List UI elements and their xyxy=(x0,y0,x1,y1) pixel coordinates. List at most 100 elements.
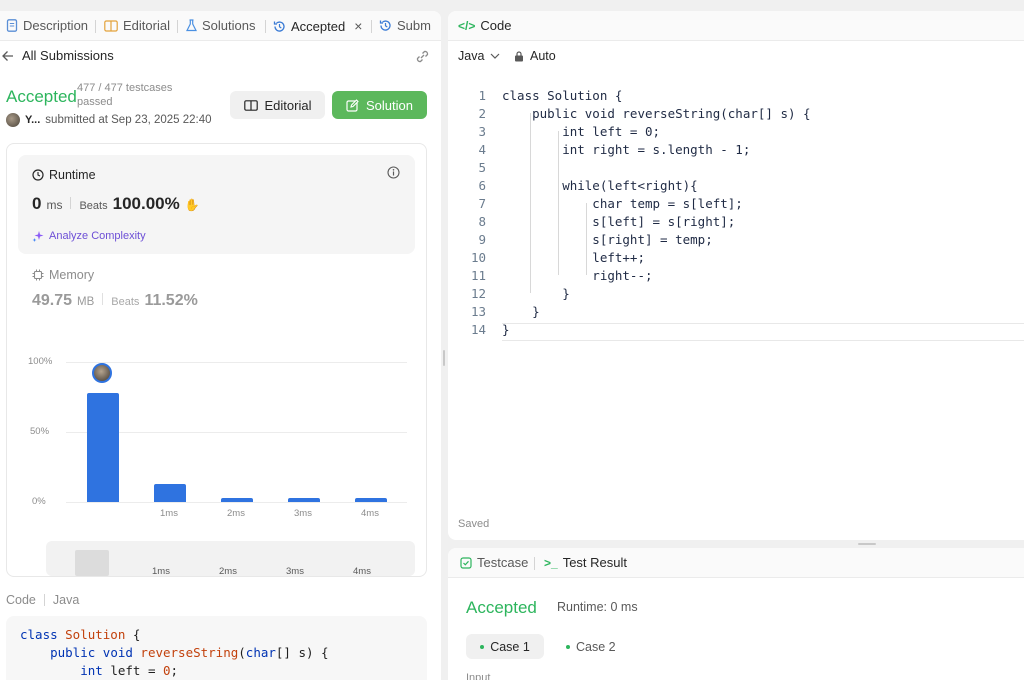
left-tabbar: Description Editorial Solutions Accepted… xyxy=(0,11,441,41)
tab-editorial[interactable]: Editorial xyxy=(104,18,170,33)
code-line: int right = s.length - 1; xyxy=(502,142,751,157)
divider xyxy=(43,594,45,606)
close-icon[interactable]: × xyxy=(354,18,362,34)
mode-label: Auto xyxy=(530,49,556,63)
solution-label: Solution xyxy=(366,97,413,113)
result-status: Accepted xyxy=(466,598,537,617)
y-tick-label: 0% xyxy=(32,496,46,507)
resize-handle[interactable] xyxy=(858,543,876,545)
gridline xyxy=(66,362,407,363)
avatar[interactable] xyxy=(92,362,112,383)
case-label: Case 2 xyxy=(576,639,616,654)
editorial-button[interactable]: Editorial xyxy=(230,91,325,119)
tab-code[interactable]: </> Code xyxy=(458,18,511,33)
chart-overview[interactable]: 1ms 2ms 3ms 4ms xyxy=(46,541,415,577)
case-1-tab[interactable]: Case 1 xyxy=(466,634,544,659)
tab-divider xyxy=(95,20,96,33)
link-icon[interactable] xyxy=(415,49,430,64)
code-preview[interactable]: class Solution { public void reverseStri… xyxy=(6,616,427,680)
code-line: int left = 0; xyxy=(502,124,661,139)
tab-description[interactable]: Description xyxy=(6,18,88,33)
sparkle-icon xyxy=(32,231,44,242)
code-icon: </> xyxy=(458,18,476,33)
code-editor[interactable]: 1 2 3 4 5 6 7 8 9 10 11 12 13 14 class Solution { pub… xyxy=(448,77,1024,517)
x-tick-label: 1ms xyxy=(160,508,178,519)
overview-tick-label: 4ms xyxy=(353,566,371,577)
runtime-value: 0 xyxy=(32,194,42,213)
tab-divider xyxy=(177,20,178,33)
code-line: public void reverseString(char[] s) { xyxy=(502,106,811,121)
memory-value-row: 49.75 MB Beats 11.52% xyxy=(32,292,198,310)
checkbox-icon xyxy=(460,556,472,569)
code-line: char temp = s[left]; xyxy=(502,196,743,211)
line-number: 7 xyxy=(478,196,486,211)
resize-handle[interactable] xyxy=(443,350,445,366)
bar-4ms[interactable] xyxy=(355,497,387,502)
runtime-card[interactable]: Runtime 0 ms Beats 100.00% ✋ Analyze Com… xyxy=(18,155,415,254)
runtime-unit: ms xyxy=(46,198,63,212)
test-result-panel: Testcase >_ Test Result Accepted Runtime… xyxy=(448,548,1024,680)
language-label: Java xyxy=(458,49,485,63)
overview-tick-label: 3ms xyxy=(286,566,304,577)
tab-solutions[interactable]: Solutions xyxy=(186,18,255,33)
tab-submissions[interactable]: Subm xyxy=(379,18,431,33)
avatar[interactable] xyxy=(6,113,20,127)
y-tick-label: 50% xyxy=(30,426,50,437)
tab-label: Subm xyxy=(397,18,431,33)
code-line: class Solution { xyxy=(502,88,623,103)
line-number: 12 xyxy=(470,286,486,301)
code-tabbar: </> Code xyxy=(448,11,1024,41)
tab-label: Editorial xyxy=(123,18,170,33)
lock-icon xyxy=(515,50,523,61)
bar-0ms[interactable] xyxy=(87,392,119,502)
tab-test-result[interactable]: >_ Test Result xyxy=(544,555,627,570)
language-select[interactable]: Java xyxy=(458,49,500,63)
line-number: 2 xyxy=(478,106,486,121)
auto-mode[interactable]: Auto xyxy=(514,49,556,63)
gridline xyxy=(66,502,407,503)
line-number: 5 xyxy=(478,160,486,175)
all-submissions-link[interactable]: All Submissions xyxy=(2,48,114,63)
info-icon[interactable] xyxy=(387,166,400,179)
overview-selection[interactable] xyxy=(75,550,109,576)
bar-2ms[interactable] xyxy=(221,497,253,502)
document-icon xyxy=(6,19,18,32)
chip-icon xyxy=(32,269,44,281)
analyze-label: Analyze Complexity xyxy=(49,230,146,242)
code-language: Java xyxy=(52,593,80,607)
arrow-left-icon xyxy=(2,50,13,61)
tab-testcase[interactable]: Testcase xyxy=(460,555,528,570)
overview-tick-label: 2ms xyxy=(219,566,237,577)
editorial-label: Editorial xyxy=(264,97,312,113)
submitter: Y... submitted at Sep 23, 2025 22:40 xyxy=(6,113,212,127)
divider xyxy=(102,293,104,305)
code-line: while(left<right){ xyxy=(502,178,698,193)
line-number: 4 xyxy=(478,142,486,157)
memory-title: Memory xyxy=(49,268,95,282)
analyze-complexity-link[interactable]: Analyze Complexity xyxy=(32,230,146,242)
pass-dot xyxy=(480,644,485,649)
tab-divider xyxy=(534,557,535,570)
code-section-header: Code Java xyxy=(6,593,79,607)
code-line: right--; xyxy=(502,268,653,283)
case-2-tab[interactable]: Case 2 xyxy=(560,634,638,659)
bar-1ms[interactable] xyxy=(154,483,186,502)
bar-3ms[interactable] xyxy=(288,497,320,502)
clap-icon: ✋ xyxy=(184,198,200,212)
tab-accepted[interactable]: Accepted × xyxy=(273,18,362,34)
result-runtime: Runtime: 0 ms xyxy=(557,600,638,614)
result-tabbar: Testcase >_ Test Result xyxy=(448,548,1024,578)
terminal-icon: >_ xyxy=(544,555,558,570)
code-preview-line: class Solution { xyxy=(20,627,141,642)
y-tick-label: 100% xyxy=(28,356,53,367)
current-line-highlight xyxy=(502,323,1024,341)
code-preview-line: int left = 0; xyxy=(80,663,179,678)
line-number: 9 xyxy=(478,232,486,247)
chevron-down-icon xyxy=(490,53,500,59)
code-line: left++; xyxy=(502,250,645,265)
memory-header[interactable]: Memory xyxy=(32,268,94,282)
solution-button[interactable]: Solution xyxy=(332,91,427,119)
username[interactable]: Y... xyxy=(25,114,40,126)
code-line: } xyxy=(502,304,540,319)
code-title: Code xyxy=(6,593,36,607)
